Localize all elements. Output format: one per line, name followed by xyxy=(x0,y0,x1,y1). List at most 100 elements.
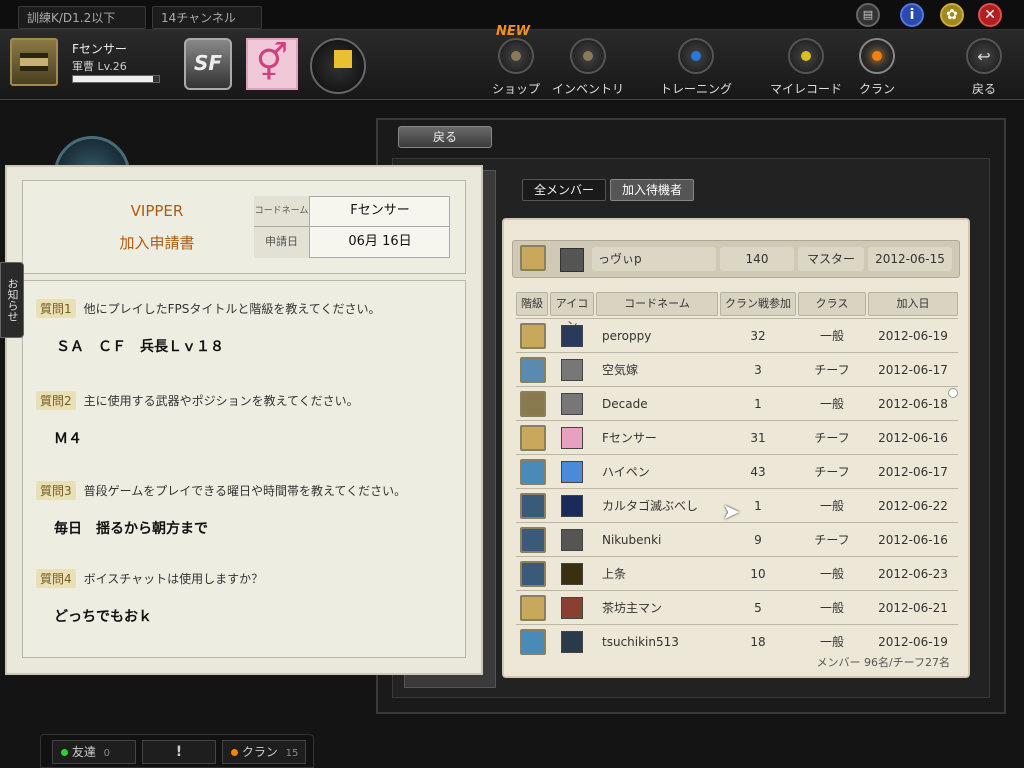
nav-clan-label: クラン xyxy=(858,82,895,96)
channel-filter: 訓練K/D1.2以下 xyxy=(18,6,146,29)
member-class: 一般 xyxy=(819,499,844,513)
table-row[interactable]: 空気嫁 3 チーフ 2012-06-17 xyxy=(516,352,958,386)
table-row[interactable]: ハイペン 43 チーフ 2012-06-17 xyxy=(516,454,958,488)
tab-all-members[interactable]: 全メンバー xyxy=(522,179,606,201)
table-row[interactable]: 上条 10 一般 2012-06-23 xyxy=(516,556,958,590)
close-icon[interactable]: ✕ xyxy=(978,3,1002,27)
avatar-icon xyxy=(561,461,583,483)
clan-icon xyxy=(872,51,882,61)
avatar-icon xyxy=(561,529,583,551)
clan-label: クラン xyxy=(241,745,278,759)
online-dot-icon xyxy=(61,749,68,756)
nav-training[interactable]: トレーニング xyxy=(656,38,736,97)
member-class: チーフ xyxy=(814,363,850,377)
master-avatar-icon xyxy=(560,248,584,272)
avatar-icon xyxy=(561,495,583,517)
col-name-header[interactable]: コードネーム xyxy=(596,292,718,316)
nav-shop[interactable]: ショップ xyxy=(476,38,556,97)
date-value: 06月 16日 xyxy=(348,234,412,249)
new-badge: NEW xyxy=(496,24,531,39)
col-clanwar-header[interactable]: クラン戦参加 xyxy=(720,292,796,316)
nav-back[interactable]: ↩ 戻る xyxy=(944,38,1024,97)
clan-name: VIPPER xyxy=(130,202,184,220)
nav-clan[interactable]: クラン xyxy=(837,38,917,97)
scrollbar-thumb[interactable] xyxy=(948,388,958,398)
member-name: 上条 xyxy=(602,567,627,581)
member-clanwar-count: 43 xyxy=(750,465,766,479)
member-name: Decade xyxy=(602,397,648,411)
clan-emblem-icon: ⚥ xyxy=(246,38,298,90)
mouse-cursor-icon: ➤ xyxy=(722,500,741,525)
member-clanwar-count: 9 xyxy=(754,533,762,547)
table-row[interactable]: 茶坊主マン 5 一般 2012-06-21 xyxy=(516,590,958,624)
member-join-date: 2012-06-18 xyxy=(878,397,948,411)
nav-inventory[interactable]: インベントリ xyxy=(548,38,628,97)
clan-back-tab[interactable]: 戻る xyxy=(398,126,492,148)
rank-icon xyxy=(520,459,546,485)
info-icon[interactable]: i xyxy=(900,3,924,27)
rank-icon xyxy=(520,527,546,553)
master-date: 2012-06-15 xyxy=(868,247,952,271)
member-name: Nikubenki xyxy=(602,533,662,547)
friends-button[interactable]: 友達 0 xyxy=(52,740,136,764)
rank-icon xyxy=(520,391,546,417)
member-name: peroppy xyxy=(602,329,652,343)
avatar-icon xyxy=(561,427,583,449)
member-class: チーフ xyxy=(814,431,850,445)
answer-2: Ｍ４ xyxy=(54,431,82,447)
inventory-icon xyxy=(583,51,593,61)
question-2: 質問2 主に使用する武器やポジションを教えてください。 Ｍ４ xyxy=(36,390,456,448)
member-clanwar-count: 10 xyxy=(750,567,766,581)
special-force-logo: SF xyxy=(184,38,232,90)
date-label: 申請日 xyxy=(254,227,310,258)
clan-button[interactable]: クラン 15 xyxy=(222,740,306,764)
member-clanwar-count: 31 xyxy=(750,431,766,445)
gear-icon[interactable]: ✿ xyxy=(940,3,964,27)
nav-myrecord[interactable]: マイレコード xyxy=(766,38,846,97)
col-icon-header[interactable]: アイコン xyxy=(550,292,594,332)
rank-icon xyxy=(520,561,546,587)
rank-icon xyxy=(520,629,546,655)
nav-back-label: 戻る xyxy=(971,82,996,96)
rank-icon xyxy=(520,323,546,349)
col-date-header[interactable]: 加入日 xyxy=(868,292,958,316)
table-row[interactable]: Fセンサー 31 チーフ 2012-06-16 xyxy=(516,420,958,454)
clan-dot-icon xyxy=(231,749,238,756)
avatar-icon xyxy=(561,393,583,415)
question-3: 質問3 普段ゲームをプレイできる曜日や時間帯を教えてください。 毎日 揺るから朝方… xyxy=(36,480,456,538)
col-class-header[interactable]: クラス xyxy=(798,292,866,316)
question-4-text: ボイスチャットは使用しますか？ xyxy=(83,572,264,586)
table-row[interactable]: Decade 1 一般 2012-06-18 xyxy=(516,386,958,420)
member-count-footer: メンバー 96名/チーフ27名 xyxy=(816,656,950,669)
rank-icon xyxy=(520,425,546,451)
notice-side-tab[interactable]: お知らせ xyxy=(0,262,24,338)
timer-dial-icon xyxy=(310,38,366,94)
rank-icon xyxy=(520,357,546,383)
back-arrow-icon: ↩ xyxy=(977,46,991,66)
nav-training-label: トレーニング xyxy=(659,82,732,96)
question-1-label: 質問1 xyxy=(36,299,76,318)
member-name: カルタゴ滅ぶべし xyxy=(602,499,699,513)
master-rank-icon xyxy=(520,245,546,271)
tab-waiting[interactable]: 加入待機者 xyxy=(610,179,694,201)
answer-3: 毎日 揺るから朝方まで xyxy=(54,521,208,537)
question-4: 質問4 ボイスチャットは使用しますか？ どっちでもおｋ xyxy=(36,568,456,626)
myrecord-icon xyxy=(801,51,811,61)
answer-4: どっちでもおｋ xyxy=(54,609,152,625)
master-count: 140 xyxy=(720,247,794,271)
table-row[interactable]: Nikubenki 9 チーフ 2012-06-16 xyxy=(516,522,958,556)
friends-label: 友達 xyxy=(71,745,96,759)
member-join-date: 2012-06-17 xyxy=(878,465,948,479)
codename-label: コードネーム xyxy=(254,196,310,227)
alert-button[interactable]: ! xyxy=(142,740,216,764)
table-row[interactable]: tsuchikin513 18 一般 2012-06-19 xyxy=(516,624,958,658)
film-icon[interactable]: ▤ xyxy=(856,3,880,27)
codename-value: Fセンサー xyxy=(310,196,450,227)
question-3-label: 質問3 xyxy=(36,481,76,500)
member-name: 茶坊主マン xyxy=(602,601,663,615)
member-clanwar-count: 5 xyxy=(754,601,762,615)
col-rank-header[interactable]: 階級 xyxy=(516,292,548,316)
member-join-date: 2012-06-16 xyxy=(878,431,948,445)
table-row[interactable]: peroppy 32 一般 2012-06-19 xyxy=(516,318,958,352)
clan-count: 15 xyxy=(285,748,299,759)
